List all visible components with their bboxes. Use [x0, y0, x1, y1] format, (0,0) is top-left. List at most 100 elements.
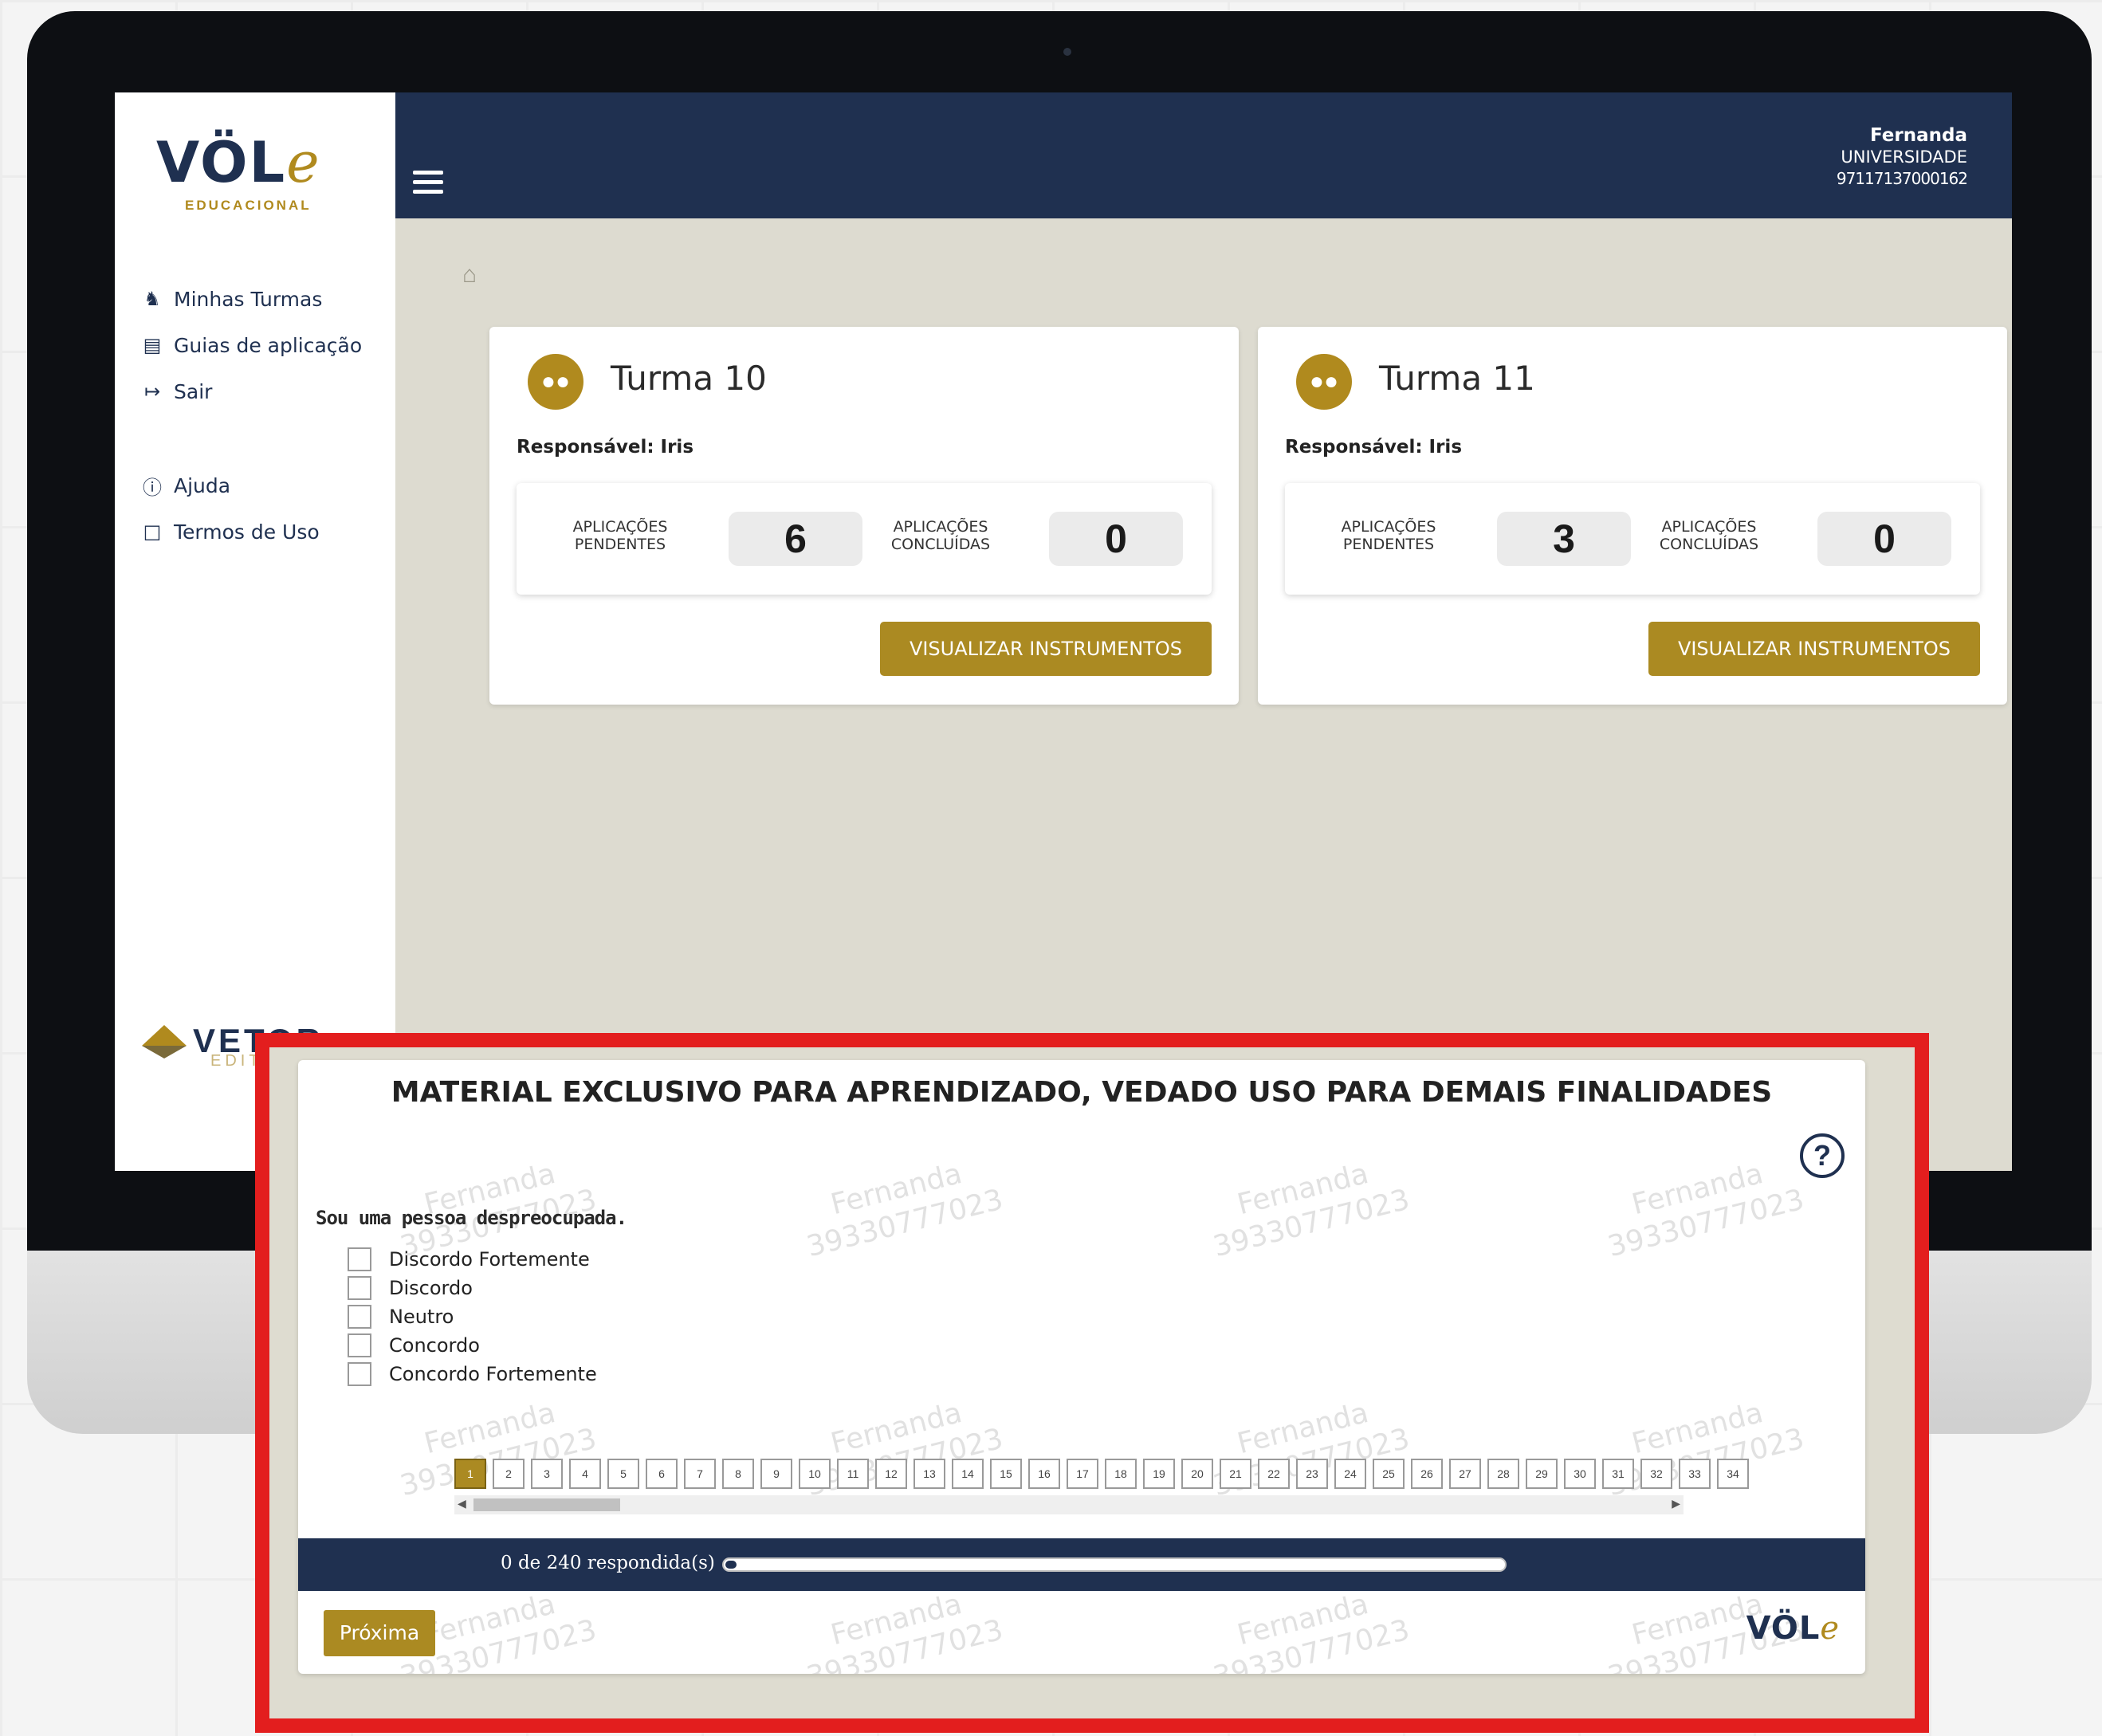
page-number[interactable]: 5 — [607, 1459, 639, 1489]
option-checkbox[interactable] — [348, 1276, 371, 1300]
watermark-id: 39330777023 — [803, 1183, 1007, 1264]
stats-box: Aplicações pendentes 6 Aplicações conclu… — [517, 483, 1212, 595]
watermark-name: Fernanda — [827, 1396, 965, 1461]
pending-label: Aplicações pendentes — [1341, 518, 1436, 553]
vetor-mark-icon — [139, 1017, 187, 1065]
user-id: 97117137000162 — [1836, 169, 1968, 188]
page-number[interactable]: 23 — [1296, 1459, 1328, 1489]
page-number[interactable]: 28 — [1487, 1459, 1519, 1489]
progress-text: 0 de 240 respondida(s) — [501, 1553, 715, 1573]
page-number[interactable]: 31 — [1602, 1459, 1634, 1489]
page-number[interactable]: 13 — [913, 1459, 945, 1489]
page-number[interactable]: 3 — [531, 1459, 563, 1489]
page-number[interactable]: 8 — [722, 1459, 754, 1489]
pending-label: Aplicações pendentes — [572, 518, 668, 553]
watermark: Fernanda39330777023 — [1201, 1579, 1413, 1674]
option-label: Concordo — [389, 1334, 480, 1357]
page-number[interactable]: 17 — [1067, 1459, 1098, 1489]
question-text: Sou uma pessoa despreocupada. — [316, 1207, 627, 1229]
page-number[interactable]: 25 — [1373, 1459, 1405, 1489]
page-number[interactable]: 12 — [875, 1459, 907, 1489]
pending-value: 6 — [729, 512, 862, 566]
page-number[interactable]: 18 — [1105, 1459, 1137, 1489]
next-button[interactable]: Próxima — [324, 1610, 435, 1656]
sidebar-item-label: Ajuda — [174, 473, 231, 497]
help-icon[interactable]: ? — [1800, 1133, 1845, 1178]
card-responsible: Responsável: Iris — [517, 437, 694, 458]
scroll-left-icon[interactable]: ◀ — [458, 1497, 466, 1510]
menu-icon[interactable] — [413, 171, 443, 198]
page-number[interactable]: 29 — [1526, 1459, 1558, 1489]
answer-option[interactable]: Concordo — [348, 1331, 597, 1360]
page-number[interactable]: 7 — [684, 1459, 716, 1489]
page-number[interactable]: 2 — [493, 1459, 525, 1489]
scroll-right-icon[interactable]: ▶ — [1672, 1497, 1680, 1510]
page-list: 1 2 3 4 5 6 7 8 9 10 11 12 13 14 15 16 17 18 19 20 21 22 23 24 2… — [454, 1459, 1749, 1489]
page-number[interactable]: 20 — [1181, 1459, 1213, 1489]
page-number[interactable]: 34 — [1717, 1459, 1749, 1489]
option-checkbox[interactable] — [348, 1247, 371, 1271]
page-number[interactable]: 14 — [952, 1459, 984, 1489]
user-name: Fernanda — [1870, 125, 1967, 146]
page-number[interactable]: 11 — [837, 1459, 869, 1489]
answer-option[interactable]: Discordo Fortemente — [348, 1245, 597, 1274]
page-number[interactable]: 19 — [1143, 1459, 1175, 1489]
pending-value: 3 — [1497, 512, 1631, 566]
card-title: Turma 11 — [1379, 359, 1535, 398]
option-checkbox[interactable] — [348, 1362, 371, 1386]
answer-option[interactable]: Neutro — [348, 1302, 597, 1331]
vole-logo[interactable]: VÖLe EDUCACIONAL — [156, 131, 348, 218]
page-number[interactable]: 33 — [1679, 1459, 1711, 1489]
sidebar-item-minhas-turmas[interactable]: ♞ Minhas Turmas — [139, 276, 386, 322]
help-circle-icon: ⓘ — [143, 476, 162, 499]
card-responsible: Responsável: Iris — [1285, 437, 1463, 458]
sidebar-item-ajuda[interactable]: ⓘ Ajuda — [139, 462, 386, 509]
page-number[interactable]: 22 — [1258, 1459, 1290, 1489]
notice-title: MATERIAL EXCLUSIVO PARA APRENDIZADO, VED… — [391, 1076, 1773, 1109]
watermark: Fernanda39330777023 — [795, 1579, 1007, 1674]
vole-mini-logo: VÖLe — [1746, 1610, 1840, 1647]
page-number[interactable]: 15 — [990, 1459, 1022, 1489]
page-number[interactable]: 16 — [1028, 1459, 1060, 1489]
view-instruments-button[interactable]: Visualizar instrumentos — [880, 622, 1212, 676]
page-number[interactable]: 27 — [1449, 1459, 1481, 1489]
sidebar-item-label: Minhas Turmas — [174, 287, 323, 311]
user-org: UNIVERSIDADE — [1841, 147, 1967, 167]
sidebar-item-guias[interactable]: ▤ Guias de aplicação — [139, 322, 386, 368]
sidebar-item-sair[interactable]: ↦ Sair — [139, 368, 386, 414]
home-icon[interactable]: ⌂ — [462, 261, 477, 289]
answer-option[interactable]: Concordo Fortemente — [348, 1360, 597, 1388]
questionnaire-overlay: Fernanda 39330777023 Fernanda 39330777023 Fe… — [255, 1033, 1929, 1733]
questionnaire-panel: Fernanda 39330777023 Fernanda 39330777023 Fe… — [298, 1060, 1865, 1674]
sidebar-item-termos[interactable]: □ Termos de Uso — [139, 509, 386, 555]
page-number[interactable]: 26 — [1411, 1459, 1443, 1489]
archive-icon: ▤ — [143, 334, 162, 356]
answer-option[interactable]: Discordo — [348, 1274, 597, 1302]
logo-main-text: VÖL — [156, 130, 287, 195]
horizontal-scrollbar[interactable]: ◀ ▶ — [454, 1495, 1684, 1514]
option-checkbox[interactable] — [348, 1333, 371, 1357]
mini-logo-e: e — [1820, 1610, 1840, 1647]
watermark: Fernanda39330777023 — [795, 1149, 1007, 1265]
watermark-name: Fernanda — [1629, 1396, 1766, 1461]
page-number[interactable]: 30 — [1564, 1459, 1596, 1489]
logo-subtitle: EDUCACIONAL — [185, 198, 312, 213]
group-icon: ●● — [1296, 354, 1352, 410]
page-number[interactable]: 4 — [569, 1459, 601, 1489]
user-info[interactable]: Fernanda UNIVERSIDADE 97117137000162 — [1836, 124, 1968, 189]
page-number[interactable]: 6 — [646, 1459, 678, 1489]
document-icon: □ — [143, 520, 162, 543]
view-instruments-button[interactable]: Visualizar instrumentos — [1648, 622, 1980, 676]
option-checkbox[interactable] — [348, 1305, 371, 1329]
watermark-id: 39330777023 — [1604, 1183, 1808, 1264]
watermark-name: Fernanda — [827, 1157, 965, 1222]
scroll-thumb[interactable] — [473, 1498, 620, 1511]
page-number[interactable]: 9 — [760, 1459, 792, 1489]
page-number[interactable]: 24 — [1334, 1459, 1366, 1489]
class-card: ●● Turma 10 Responsável: Iris Aplicações… — [489, 327, 1239, 705]
page-number[interactable]: 1 — [454, 1459, 486, 1489]
page-number[interactable]: 21 — [1220, 1459, 1251, 1489]
page-number[interactable]: 10 — [799, 1459, 831, 1489]
page-number[interactable]: 32 — [1640, 1459, 1672, 1489]
watermark: Fernanda39330777023 — [1201, 1149, 1413, 1265]
